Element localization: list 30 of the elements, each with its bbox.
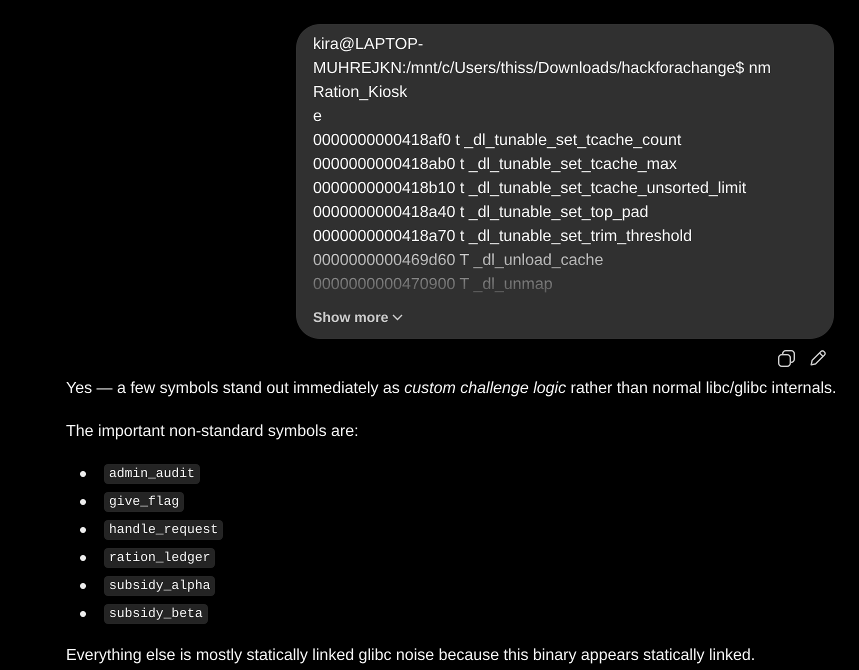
bullet-icon (80, 527, 86, 533)
terminal-output-line: 0000000000470900 T _dl_unmap (313, 275, 554, 295)
symbol-code: subsidy_alpha (104, 576, 216, 596)
bullet-icon (80, 555, 86, 561)
symbol-code: admin_audit (104, 464, 200, 484)
symbol-code: subsidy_beta (104, 604, 208, 624)
terminal-output-line: 0000000000418ab0 t _dl_tunable_set_tcache_max (313, 155, 678, 175)
terminal-output-line: 0000000000418af0 t _dl_tunable_set_tcache_count (313, 131, 682, 151)
message-paragraph: The important non-standard symbols are: (66, 422, 360, 442)
message-paragraph: Everything else is mostly statically linked glibc noise because this binary appears statically linked. (66, 646, 756, 666)
copy-icon[interactable] (778, 350, 795, 367)
terminal-output-line: kira@LAPTOP- (313, 35, 424, 55)
terminal-output-line: 0000000000418b10 t _dl_tunable_set_tcache_unsorted_limit (313, 179, 748, 199)
terminal-output-line: 0000000000469d60 T _dl_unload_cache (313, 251, 604, 271)
terminal-output-line: MUHREJKN:/mnt/c/Users/thiss/Downloads/hackforachange$ nm (313, 59, 772, 79)
terminal-output-line: 0000000000418a40 t _dl_tunable_set_top_pad (313, 203, 650, 223)
bullet-icon (80, 583, 86, 589)
symbol-code: ration_ledger (104, 548, 216, 568)
terminal-output-line: e (313, 107, 323, 127)
symbol-code: give_flag (104, 492, 184, 512)
bullet-icon (80, 471, 86, 477)
edit-icon[interactable] (810, 350, 826, 366)
show-more-button[interactable]: Show more (313, 307, 404, 327)
terminal-output-line: Ration_Kiosk (313, 83, 408, 103)
message-paragraph: Yes — a few symbols stand out immediately as custom challenge logic rather than normal libc/glibc internals. (66, 379, 838, 399)
chevron-down-icon (392, 314, 404, 320)
bullet-icon (80, 499, 86, 505)
terminal-output-line: 0000000000418a70 t _dl_tunable_set_trim_threshold (313, 227, 693, 247)
symbol-code: handle_request (104, 520, 224, 540)
bullet-icon (80, 611, 86, 617)
